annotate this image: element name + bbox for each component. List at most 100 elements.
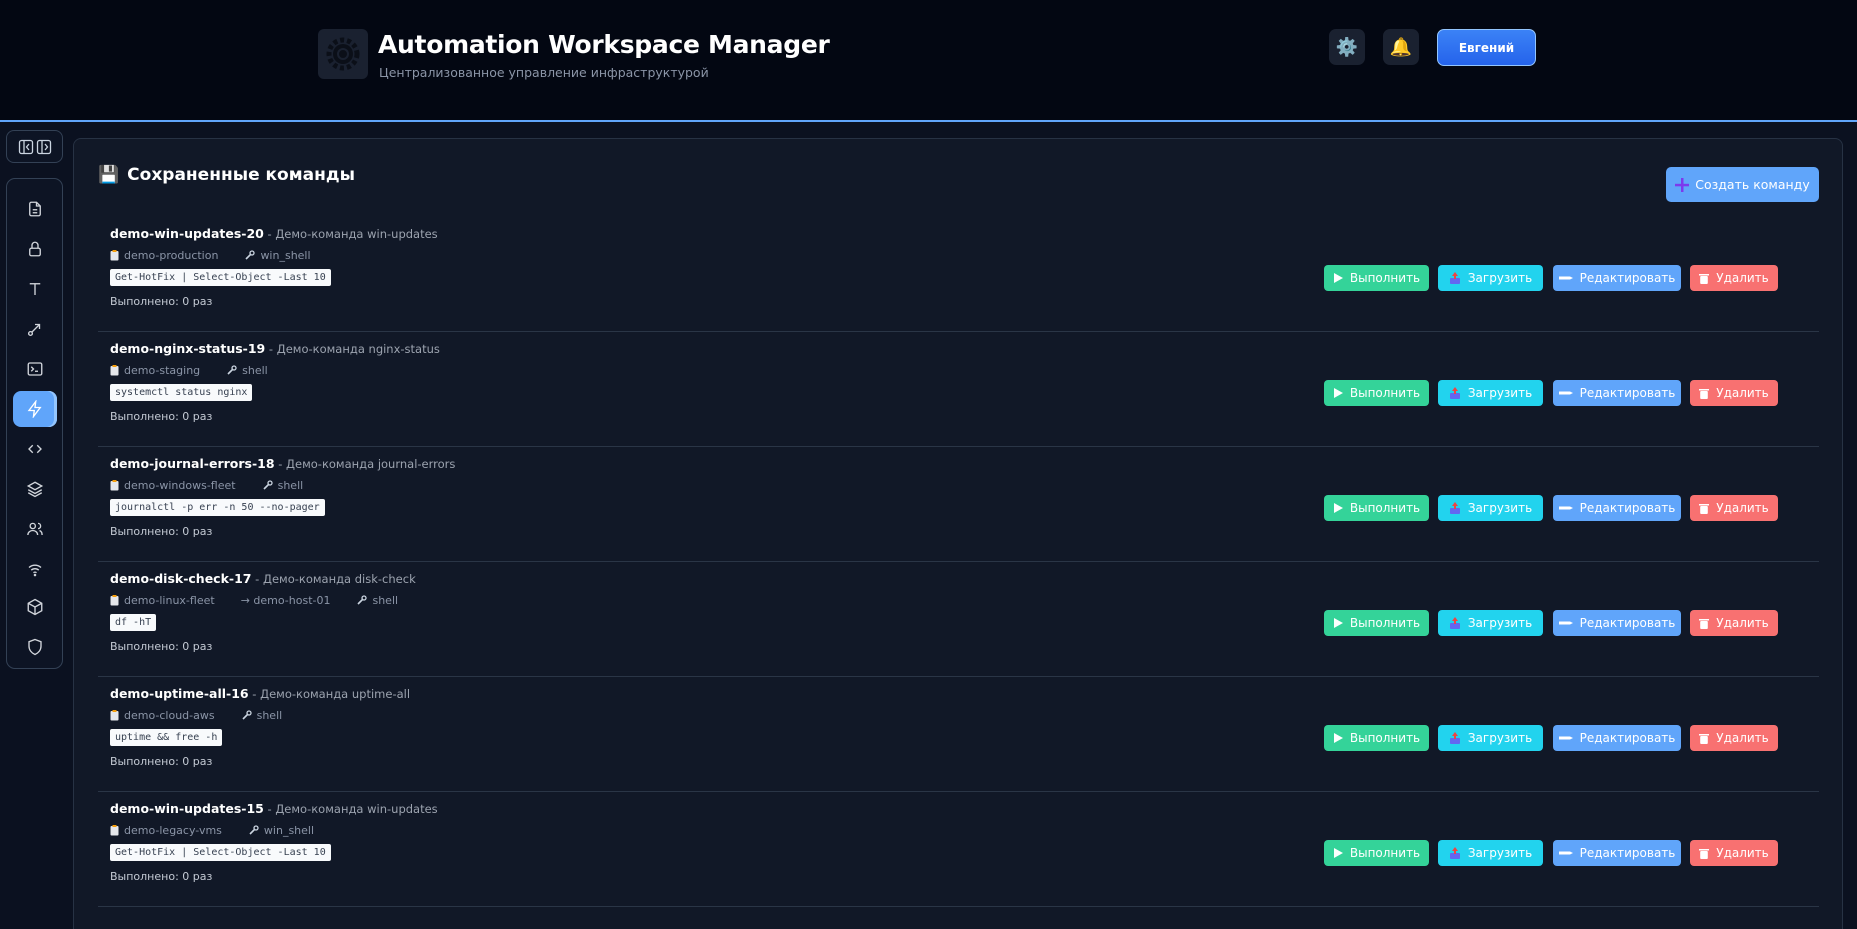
command-group: demo-legacy-vms	[124, 824, 222, 837]
load-button[interactable]: Загрузить	[1438, 265, 1543, 291]
execution-count: Выполнено: 0 раз	[110, 755, 213, 768]
command-description: - Демо-команда uptime-all	[248, 687, 411, 701]
command-name: demo-disk-check-17	[110, 571, 252, 586]
sidebar-item-network[interactable]	[13, 551, 57, 587]
wrench-icon	[249, 825, 259, 835]
run-button[interactable]: Выполнить	[1324, 840, 1429, 866]
run-label: Выполнить	[1349, 846, 1421, 860]
pencil-icon	[1558, 276, 1573, 280]
user-menu-button[interactable]: Евгений	[1437, 29, 1536, 66]
sidebar-item-security[interactable]	[13, 231, 57, 267]
delete-label: Удалить	[1716, 501, 1769, 515]
delete-label: Удалить	[1716, 731, 1769, 745]
delete-button[interactable]: Удалить	[1690, 840, 1778, 866]
expand-right-icon	[36, 139, 51, 154]
edit-button[interactable]: Редактировать	[1553, 380, 1681, 406]
run-label: Выполнить	[1349, 271, 1421, 285]
sidebar-item-links[interactable]	[13, 311, 57, 347]
command-description: - Демо-команда journal-errors	[274, 457, 456, 471]
sidebar-toggle-button[interactable]	[6, 130, 63, 163]
load-button[interactable]: Загрузить	[1438, 380, 1543, 406]
edit-button[interactable]: Редактировать	[1553, 495, 1681, 521]
notifications-button[interactable]: 🔔	[1383, 29, 1419, 65]
layers-icon	[26, 481, 44, 498]
bell-icon: 🔔	[1389, 36, 1413, 58]
sidebar-item-commands[interactable]	[13, 391, 57, 427]
delete-button[interactable]: Удалить	[1690, 725, 1778, 751]
trash-icon	[1699, 848, 1710, 859]
run-button[interactable]: Выполнить	[1324, 495, 1429, 521]
edit-button[interactable]: Редактировать	[1553, 610, 1681, 636]
sidebar-item-packages[interactable]	[13, 589, 57, 625]
run-button[interactable]: Выполнить	[1324, 725, 1429, 751]
command-code: df -hT	[110, 614, 157, 631]
sidebar-item-code[interactable]	[13, 431, 57, 467]
trash-icon	[1699, 503, 1710, 514]
command-row: demo-journal-errors-18 - Демо-команда jo…	[98, 447, 1819, 562]
settings-button[interactable]: ⚙️	[1329, 29, 1365, 65]
sidebar-item-shield[interactable]	[13, 629, 57, 665]
command-type: shell	[372, 594, 399, 607]
clipboard-icon	[110, 480, 119, 491]
plus-icon	[1675, 177, 1690, 192]
sidebar-item-terminal[interactable]	[13, 351, 57, 387]
command-description: - Демо-команда nginx-status	[265, 342, 440, 356]
delete-button[interactable]: Удалить	[1690, 495, 1778, 521]
clipboard-icon	[110, 595, 119, 606]
run-button[interactable]: Выполнить	[1324, 265, 1429, 291]
delete-button[interactable]: Удалить	[1690, 610, 1778, 636]
app-header: Automation Workspace Manager Централизов…	[0, 0, 1857, 122]
command-meta: demo-legacy-vms win_shell	[110, 824, 314, 837]
upload-icon	[1449, 386, 1460, 399]
create-command-label: Создать команду	[1695, 177, 1810, 192]
pencil-icon	[1558, 506, 1573, 510]
run-button[interactable]: Выполнить	[1324, 610, 1429, 636]
sidebar-item-layers[interactable]	[13, 471, 57, 507]
load-button[interactable]: Загрузить	[1438, 610, 1543, 636]
sidebar-item-files[interactable]	[13, 191, 57, 227]
delete-button[interactable]: Удалить	[1690, 265, 1778, 291]
run-button[interactable]: Выполнить	[1324, 380, 1429, 406]
sidebar-item-text[interactable]	[13, 271, 57, 307]
panel-title: 💾 Сохраненные команды	[98, 165, 355, 185]
collapse-left-icon	[18, 139, 33, 154]
load-button[interactable]: Загрузить	[1438, 725, 1543, 751]
upload-icon	[1449, 271, 1460, 284]
wrench-icon	[263, 480, 273, 490]
create-command-button[interactable]: Создать команду	[1666, 167, 1819, 202]
run-label: Выполнить	[1349, 616, 1421, 630]
floppy-disk-icon: 💾	[98, 165, 120, 185]
trash-icon	[1699, 388, 1710, 399]
command-type: shell	[277, 479, 304, 492]
load-label: Загрузить	[1467, 501, 1533, 515]
play-icon	[1333, 273, 1343, 283]
delete-label: Удалить	[1716, 616, 1769, 630]
load-button[interactable]: Загрузить	[1438, 840, 1543, 866]
run-label: Выполнить	[1349, 501, 1421, 515]
delete-label: Удалить	[1716, 271, 1769, 285]
command-name: demo-journal-errors-18	[110, 456, 275, 471]
edit-button[interactable]: Редактировать	[1553, 265, 1681, 291]
pencil-icon	[1558, 851, 1573, 855]
load-label: Загрузить	[1467, 386, 1533, 400]
command-type: win_shell	[263, 824, 315, 837]
command-type: win_shell	[260, 249, 311, 262]
load-button[interactable]: Загрузить	[1438, 495, 1543, 521]
code-icon	[28, 444, 42, 454]
gear-icon: ⚙️	[1335, 36, 1359, 58]
command-description: - Демо-команда win-updates	[263, 802, 438, 816]
command-code: systemctl status nginx	[110, 384, 253, 401]
wrench-icon	[242, 710, 252, 720]
sidebar-item-users[interactable]	[13, 511, 57, 547]
delete-label: Удалить	[1716, 846, 1769, 860]
wrench-icon	[227, 365, 237, 375]
play-icon	[1333, 733, 1343, 743]
delete-button[interactable]: Удалить	[1690, 380, 1778, 406]
edit-label: Редактировать	[1579, 386, 1676, 400]
upload-icon	[1449, 501, 1460, 514]
edit-button[interactable]: Редактировать	[1553, 840, 1681, 866]
edit-button[interactable]: Редактировать	[1553, 725, 1681, 751]
pencil-icon	[1558, 736, 1573, 740]
command-row: demo-uptime-all-16 - Демо-команда uptime…	[98, 677, 1819, 792]
command-name: demo-nginx-status-19	[110, 341, 266, 356]
